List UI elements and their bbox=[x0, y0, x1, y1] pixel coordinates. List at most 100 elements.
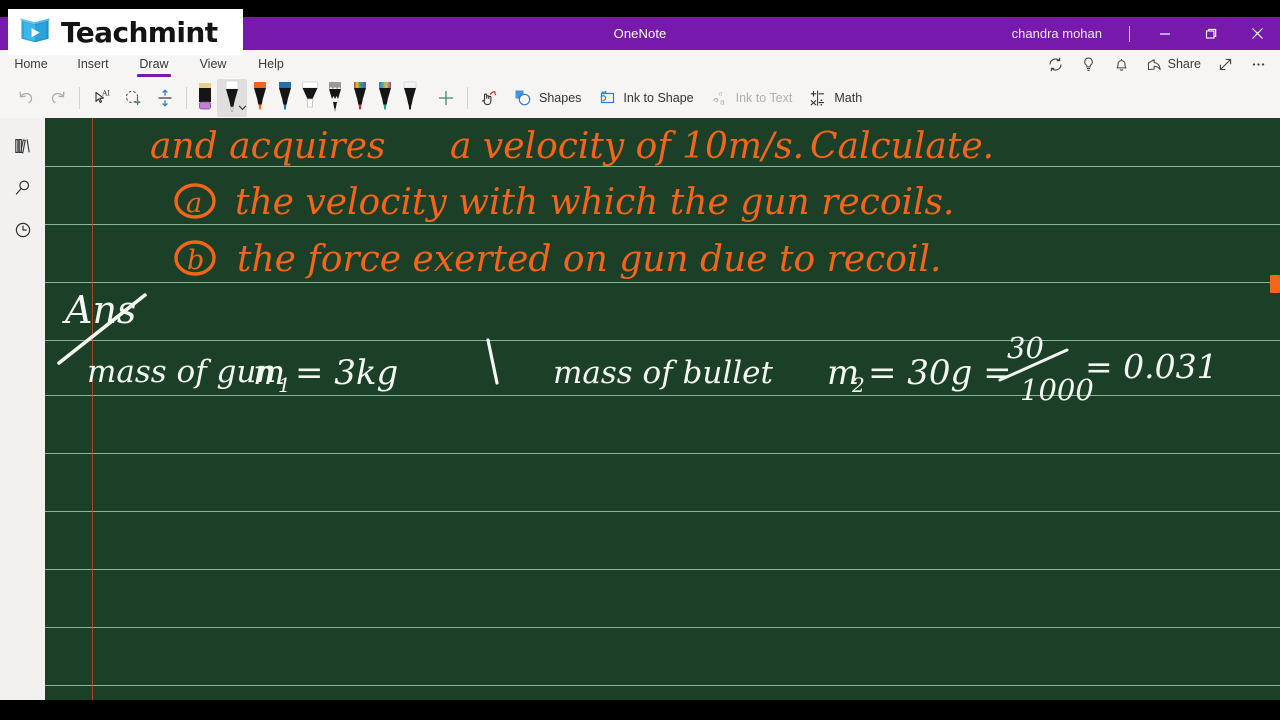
tab-help-label: Help bbox=[258, 57, 284, 71]
ink-bullet-mass-label: mass of bullet bbox=[553, 355, 774, 391]
svg-text:AI: AI bbox=[101, 90, 110, 98]
window-controls bbox=[1142, 17, 1280, 50]
ink-line-1c: Calculate. bbox=[810, 126, 994, 167]
ink-to-text-label: Ink to Text bbox=[735, 91, 793, 105]
handwritten-ink-layer: and acquires a velocity of 10m/s. Calcul… bbox=[57, 126, 1218, 407]
undo-button[interactable] bbox=[10, 82, 42, 114]
math-label: Math bbox=[834, 91, 863, 105]
ink-bullet-mass-sub: 2 bbox=[851, 373, 865, 397]
redo-button[interactable] bbox=[42, 82, 74, 114]
svg-text:a: a bbox=[718, 90, 722, 98]
highlighter-white-icon bbox=[301, 81, 318, 108]
highlighter-white[interactable] bbox=[297, 79, 322, 117]
tell-me-button[interactable] bbox=[1073, 51, 1104, 77]
pen-blue[interactable] bbox=[272, 79, 297, 117]
ink-bullet-result: = 0.031 bbox=[1085, 347, 1218, 386]
more-options-button[interactable] bbox=[1243, 51, 1274, 77]
close-button[interactable] bbox=[1234, 17, 1280, 50]
pencil-gray-icon bbox=[328, 82, 341, 112]
sidebar-item-recent[interactable] bbox=[5, 212, 41, 248]
sidebar-item-notebooks[interactable] bbox=[5, 128, 41, 164]
pen-plain-white[interactable] bbox=[397, 79, 422, 117]
tab-draw-label: Draw bbox=[139, 57, 169, 71]
expand-icon bbox=[1219, 58, 1232, 70]
search-icon bbox=[15, 180, 29, 195]
tab-active-underline bbox=[137, 74, 171, 77]
tab-view-label: View bbox=[199, 57, 227, 71]
pen-rainbow-teal-icon bbox=[378, 82, 391, 110]
plus-icon bbox=[438, 90, 454, 106]
title-divider bbox=[1129, 26, 1130, 42]
draw-with-touch-icon bbox=[481, 91, 497, 106]
notifications-button[interactable] bbox=[1106, 51, 1137, 77]
tab-help[interactable]: Help bbox=[242, 50, 300, 78]
user-name-label: chandra mohan bbox=[1011, 26, 1102, 41]
ink-marker-b: b bbox=[187, 245, 204, 276]
pen-eraser[interactable] bbox=[192, 79, 217, 117]
pen-plain-white-icon bbox=[403, 81, 416, 110]
toolbar-separator-2 bbox=[186, 87, 187, 109]
lasso-select-button[interactable] bbox=[117, 82, 149, 114]
sync-icon bbox=[1049, 57, 1062, 71]
lightbulb-icon bbox=[1083, 57, 1093, 71]
notebooks-icon bbox=[14, 139, 30, 154]
bell-icon bbox=[1116, 58, 1127, 71]
share-button[interactable]: Share bbox=[1139, 51, 1208, 77]
insert-space-icon bbox=[158, 89, 172, 107]
undo-icon bbox=[19, 91, 33, 104]
ink-bullet-mass-value: = 30g = bbox=[868, 353, 1012, 393]
book-play-icon bbox=[20, 18, 50, 43]
ink-fraction-denominator: 1000 bbox=[1020, 373, 1094, 407]
note-page-canvas[interactable]: and acquires a velocity of 10m/s. Calcul… bbox=[45, 118, 1280, 700]
ribbon-right-commands: Share bbox=[1040, 50, 1274, 78]
pen-orange-icon bbox=[253, 82, 266, 110]
lasso-text-icon: AI bbox=[95, 90, 110, 104]
ink-line-2: the velocity with which the gun recoils. bbox=[235, 182, 954, 223]
chevron-down-icon[interactable] bbox=[238, 103, 247, 112]
restore-button[interactable] bbox=[1188, 17, 1234, 50]
pen-blue-icon bbox=[278, 82, 291, 110]
ink-gun-mass-label: mass of gun bbox=[87, 354, 276, 390]
sidebar-item-search[interactable] bbox=[5, 170, 41, 206]
minimize-button[interactable] bbox=[1142, 17, 1188, 50]
draw-toolbar: AI Shapes Ink to Shape a a Ink to Text M… bbox=[0, 78, 1280, 119]
ink-gun-mass-sub: 1 bbox=[278, 373, 291, 397]
bottom-letterbox bbox=[0, 700, 1280, 720]
ink-to-shape-button[interactable]: Ink to Shape bbox=[589, 83, 701, 113]
pencil-gray[interactable] bbox=[322, 79, 347, 117]
onenote-window: OneNote chandra mohan Teachmint Home Ins… bbox=[0, 0, 1280, 720]
redo-icon bbox=[51, 91, 65, 104]
tab-insert-label: Insert bbox=[77, 57, 109, 71]
svg-text:a: a bbox=[720, 98, 725, 107]
insert-space-button[interactable] bbox=[149, 82, 181, 114]
ink-gun-mass-value: = 3kg bbox=[295, 353, 398, 393]
draw-with-touch-button[interactable] bbox=[473, 82, 505, 114]
pen-rainbow-teal[interactable] bbox=[372, 79, 397, 117]
toolbar-separator-3 bbox=[467, 87, 468, 109]
ink-fraction-numerator: 30 bbox=[1007, 331, 1044, 365]
share-icon bbox=[1147, 58, 1161, 70]
lasso-select-text-button[interactable]: AI bbox=[85, 82, 117, 114]
ink-to-text-icon: a a bbox=[713, 90, 725, 107]
ink-to-text-button[interactable]: a a Ink to Text bbox=[702, 83, 801, 113]
full-screen-button[interactable] bbox=[1210, 51, 1241, 77]
lasso-select-icon bbox=[125, 90, 141, 106]
ink-line-3: the force exerted on gun due to recoil. bbox=[237, 239, 941, 280]
tab-home-label: Home bbox=[14, 57, 48, 71]
pen-white-selected[interactable] bbox=[217, 79, 247, 117]
toolbar-separator bbox=[79, 87, 80, 109]
shapes-label: Shapes bbox=[539, 91, 582, 105]
ink-line-1: and acquires bbox=[150, 126, 386, 167]
left-navigation-rail bbox=[0, 118, 45, 700]
add-pen-button[interactable] bbox=[430, 82, 462, 114]
more-options-icon bbox=[1252, 62, 1265, 66]
sync-button[interactable] bbox=[1040, 51, 1071, 77]
shapes-button[interactable]: Shapes bbox=[505, 83, 589, 113]
clock-icon bbox=[15, 222, 30, 238]
math-button[interactable]: Math bbox=[800, 83, 870, 113]
math-icon bbox=[811, 90, 825, 106]
pen-orange[interactable] bbox=[247, 79, 272, 117]
pen-rainbow-red[interactable] bbox=[347, 79, 372, 117]
ink-separator-tick bbox=[486, 338, 499, 385]
share-label: Share bbox=[1167, 57, 1201, 71]
